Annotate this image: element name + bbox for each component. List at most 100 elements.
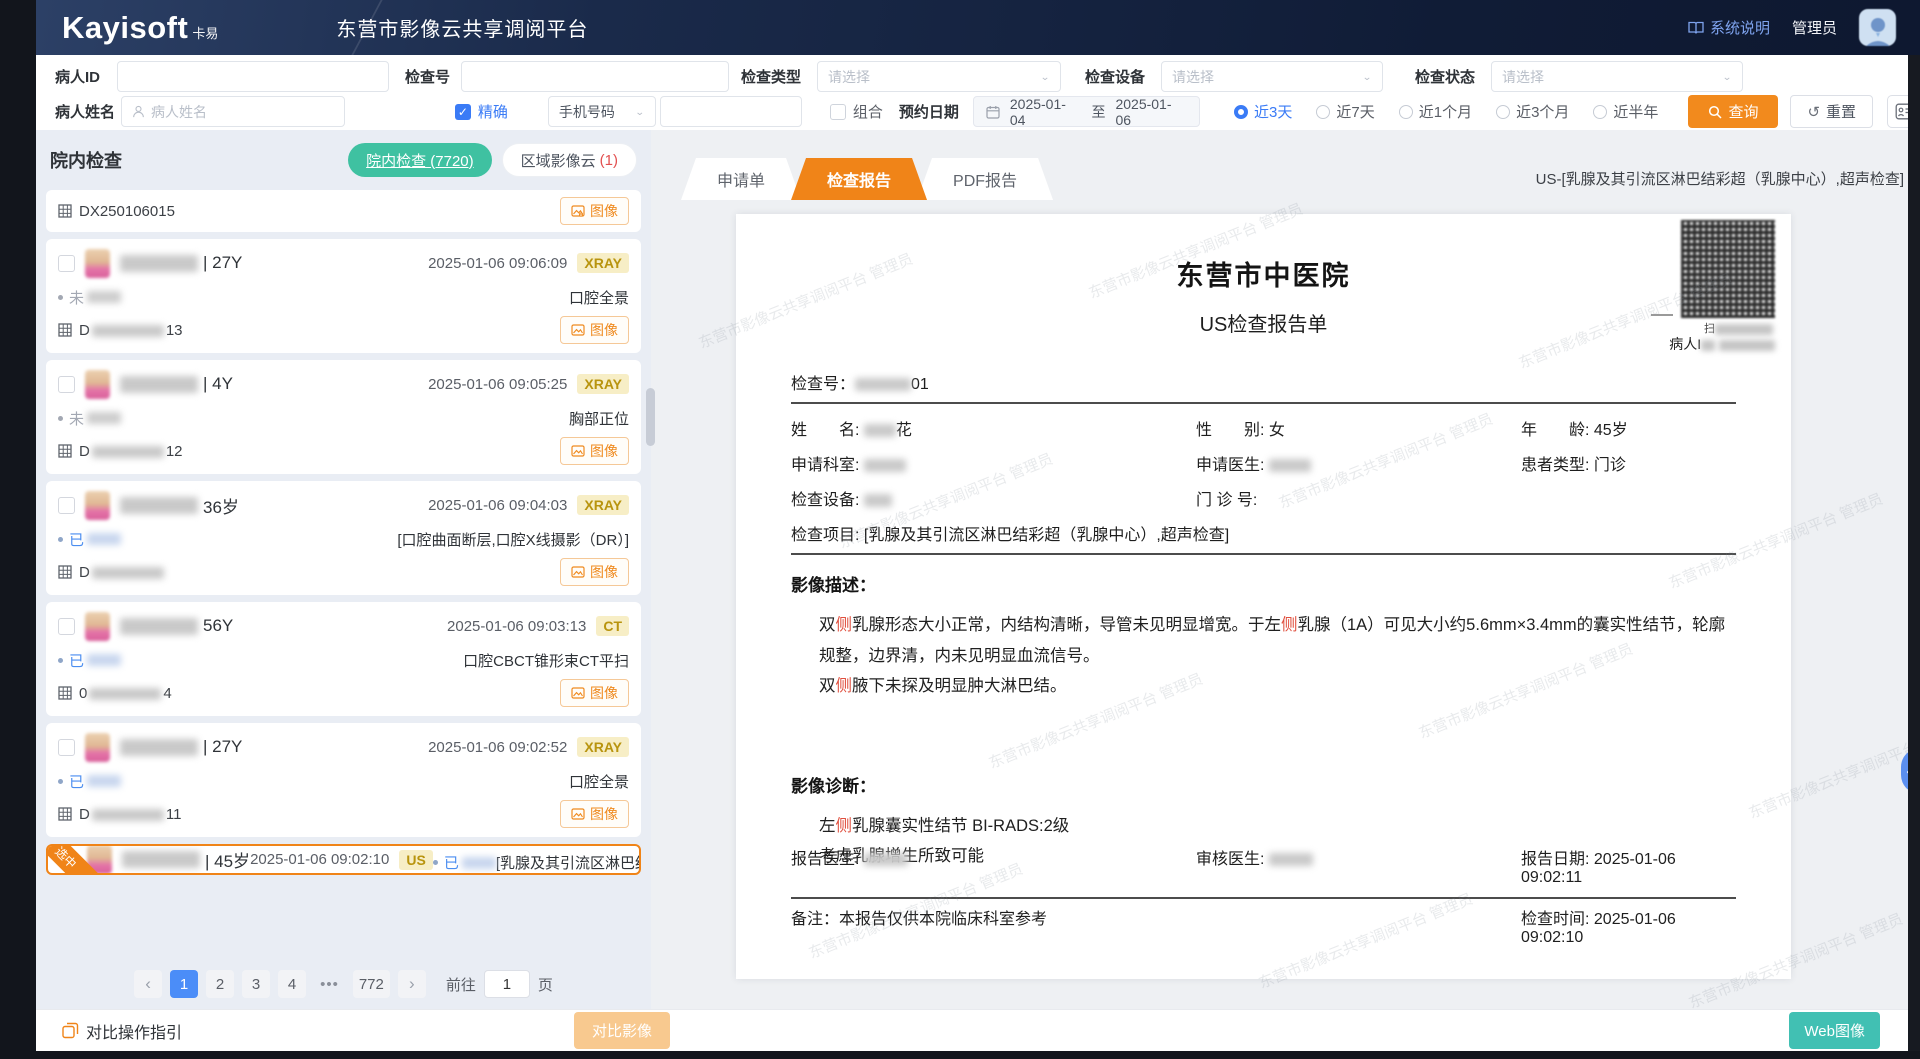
appointment-date-label: 预约日期 [899,101,959,122]
calendar-icon [986,105,1000,119]
tab-pdf-report[interactable]: PDF报告 [917,158,1053,200]
combo-checkbox[interactable] [830,104,846,120]
exam-list-item[interactable]: | 4Y 2025-01-06 09:05:25 XRAY 未 胸部正位 D12… [46,360,641,474]
page-ellipsis[interactable]: ••• [314,970,345,998]
pagination: ‹ 1 2 3 4 ••• 772 › 前往 页 [36,959,651,1009]
date-range-picker[interactable]: 2025-01-04 至 2025-01-06 [973,96,1200,127]
app-window: Kayisoft 卡易 东营市影像云共享调阅平台 系统说明 管理员 病人ID 检… [36,0,1920,1051]
view-image-button[interactable]: 图像 [560,558,629,586]
book-icon [1688,21,1704,35]
panel-resize-handle[interactable] [646,388,655,446]
avatar[interactable] [1859,9,1896,46]
patient-id-line: 病人I [1669,334,1775,354]
prev-page-button[interactable]: ‹ [134,970,162,998]
exam-status-label: 检查状态 [1415,66,1491,87]
patient-avatar [85,249,110,278]
goto-page-input[interactable] [484,970,530,998]
exam-no-label: 检查号 [405,66,461,87]
grid-icon [58,686,72,700]
phone-input[interactable] [660,96,802,127]
tab-request-form[interactable]: 申请单 [681,158,801,200]
report-doc-title: US检查报告单 [791,308,1736,337]
exam-list-item-partial[interactable]: DX250106015 图像 [46,190,641,232]
compare-guide-link[interactable]: 对比操作指引 [62,1019,182,1043]
exam-list-item[interactable]: | 27Y 2025-01-06 09:02:52 XRAY 已 口腔全景 D1… [46,723,641,837]
radio-dot-icon [1593,105,1607,119]
range-7days-radio[interactable]: 近7天 [1316,101,1374,122]
search-icon [1708,105,1722,119]
view-image-button[interactable]: 图像 [560,800,629,828]
item-checkbox[interactable] [58,376,75,393]
exam-list-item-selected[interactable]: | 45岁 2025-01-06 09:02:10 US 已 [乳腺及其引流区淋… [46,844,641,875]
search-button[interactable]: 查询 [1688,95,1778,128]
tab-exam-report[interactable]: 检查报告 [791,158,927,200]
patient-name-input[interactable]: 病人姓名 [121,96,345,127]
report-document: 扫 病人I 东营市中医院 US检查报告单 检查号：01 姓 名: 花 性 别: … [736,214,1791,979]
chevron-down-icon: ⌄ [1362,71,1372,82]
exact-match-checkbox[interactable]: ✓ [455,104,471,120]
report-exam-no: 检查号：01 [791,370,1736,394]
page-button-4[interactable]: 4 [278,970,306,998]
status-badge: 未 [58,287,121,308]
chevron-down-icon: ⌄ [1722,71,1732,82]
range-3months-radio[interactable]: 近3个月 [1496,101,1569,122]
qr-divider [1651,314,1673,316]
diagnosis-label: 影像诊断： [791,772,1736,797]
exam-id: D12 [79,443,183,460]
phone-field-select[interactable]: 手机号码⌄ [548,96,656,127]
exam-list-panel: 院内检查 院内检查 (7720) 区域影像云 (1) DX250106015 图… [36,130,651,1009]
exam-status-select[interactable]: 请选择⌄ [1491,61,1743,92]
patient-avatar [85,612,110,641]
item-checkbox[interactable] [58,255,75,272]
brand-divider [351,0,500,55]
radio-dot-icon [1316,105,1330,119]
item-checkbox[interactable] [58,739,75,756]
range-3days-radio[interactable]: 近3天 [1234,101,1292,122]
radio-dot-icon [1399,105,1413,119]
patient-avatar [85,733,110,762]
exam-list-item[interactable]: 36岁 2025-01-06 09:04:03 XRAY 已 [口腔曲面断层,口… [46,481,641,595]
page-button-772[interactable]: 772 [353,970,390,998]
date-to: 2025-01-06 [1115,96,1187,128]
item-checkbox[interactable] [58,618,75,635]
web-image-button[interactable]: Web图像 [1789,1012,1880,1049]
report-tabs: 申请单 检查报告 PDF报告 US-[乳腺及其引流区淋巴结彩超（乳腺中心）,超声… [651,130,1920,200]
next-page-button[interactable]: › [398,970,426,998]
system-help-link[interactable]: 系统说明 [1688,17,1770,38]
page-button-1[interactable]: 1 [170,970,198,998]
compare-images-button[interactable]: 对比影像 [574,1012,670,1049]
exam-no-input[interactable] [461,61,729,92]
grid-icon [58,204,72,218]
exam-list-item[interactable]: | 27Y 2025-01-06 09:06:09 XRAY 未 口腔全景 D1… [46,239,641,353]
view-image-button[interactable]: 图像 [560,197,629,225]
view-image-button[interactable]: 图像 [560,679,629,707]
exam-id: D11 [79,806,181,823]
combo-label: 组合 [853,101,883,122]
exam-device-select[interactable]: 请选择⌄ [1161,61,1383,92]
tab-local-exams[interactable]: 院内检查 (7720) [348,143,492,177]
exam-type-select[interactable]: 请选择⌄ [817,61,1061,92]
page-button-3[interactable]: 3 [242,970,270,998]
page-button-2[interactable]: 2 [206,970,234,998]
patient-name-redacted [120,376,198,393]
status-badge: 已 [433,852,496,873]
view-image-button[interactable]: 图像 [560,437,629,465]
exam-id: D [79,564,166,581]
exact-match-label: 精确 [478,101,508,122]
grid-icon [58,323,72,337]
image-icon [571,324,585,336]
tab-cloud-exams[interactable]: 区域影像云 (1) [502,143,637,177]
range-halfyear-radio[interactable]: 近半年 [1593,101,1658,122]
modality-badge: XRAY [577,495,629,515]
window-edge [1908,55,1920,1051]
range-1month-radio[interactable]: 近1个月 [1399,101,1472,122]
goto-label: 前往 [446,974,476,995]
patient-id-input[interactable] [117,61,389,92]
item-checkbox[interactable] [58,497,75,514]
exam-id: 04 [79,685,172,702]
patient-name-redacted [120,618,198,635]
exam-list-item[interactable]: 56Y 2025-01-06 09:03:13 CT 已 口腔CBCT锥形束CT… [46,602,641,716]
view-image-button[interactable]: 图像 [560,316,629,344]
reset-button[interactable]: ↺ 重置 [1790,95,1873,128]
chevron-down-icon: ⌄ [1040,71,1050,82]
